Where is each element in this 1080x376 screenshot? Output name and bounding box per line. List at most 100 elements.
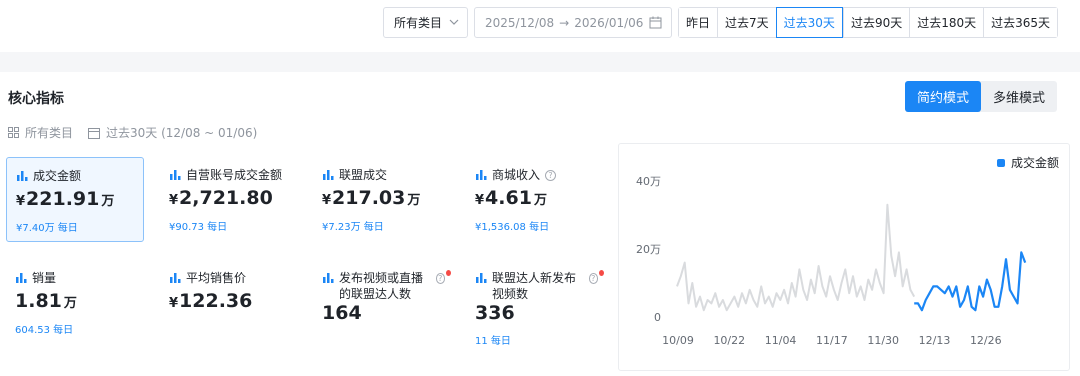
metric-label-text: 联盟达人新发布视频数: [492, 271, 577, 301]
grid-icon: [8, 127, 19, 138]
period-option[interactable]: 昨日: [679, 8, 718, 37]
bar-chart-icon: [170, 273, 181, 283]
metric-daily: ¥1,536.08 每日: [475, 222, 550, 233]
currency-symbol: ¥: [322, 193, 332, 208]
range-arrow-icon: →: [559, 15, 570, 30]
metric-card[interactable]: 联盟成交 ¥217.03 万 ¥7.23万 每日: [313, 157, 451, 242]
metric-card[interactable]: 自营账号成交金额 ¥2,721.80 ¥90.73 每日: [160, 157, 298, 242]
period-option[interactable]: 过去7天: [717, 8, 776, 37]
metric-daily: ¥90.73 每日: [169, 222, 228, 233]
currency-symbol: ¥: [169, 296, 179, 311]
period-option[interactable]: 过去30天: [775, 7, 843, 38]
metric-label: 平均销售价: [170, 270, 246, 286]
date-range-picker[interactable]: 2025/12/08 → 2026/01/06: [474, 7, 672, 38]
metric-label-text: 联盟成交: [339, 168, 388, 182]
currency-symbol: ¥: [169, 193, 179, 208]
metric-value: ¥2,721.80: [169, 187, 273, 209]
y-tick-label: 20万: [636, 243, 661, 256]
date-end: 2026/01/06: [574, 15, 644, 30]
series-line-current: [914, 251, 1027, 312]
metric-unit: 万: [101, 194, 115, 209]
period-option[interactable]: 过去180天: [909, 8, 984, 37]
metric-unit: 万: [63, 296, 77, 311]
chart-canvas: 40万 20万 010/09 10/22 11/04 11/17 11/30 12/13 12/…: [636, 175, 1027, 347]
bar-chart-icon: [323, 170, 334, 180]
x-tick-label: 11/30: [867, 334, 899, 347]
metric-card[interactable]: 平均销售价 ¥122.36: [160, 260, 298, 345]
category-select-value: 所有类目: [394, 16, 443, 30]
bar-chart-icon: [323, 273, 334, 283]
calendar-icon: [649, 16, 662, 29]
help-icon[interactable]: ?: [588, 273, 598, 284]
metric-label: 商城收入?: [476, 167, 557, 183]
metric-label: 自营账号成交金额: [170, 167, 282, 183]
metric-number: 4.61: [485, 187, 532, 209]
metric-unit: 万: [407, 193, 421, 208]
metric-label: 销量: [16, 270, 56, 286]
metric-card[interactable]: 销量 1.81 万 604.53 每日: [6, 260, 144, 345]
x-tick-label: 11/04: [765, 334, 797, 347]
category-select[interactable]: 所有类目: [383, 7, 468, 38]
bar-chart-icon: [17, 171, 28, 181]
metric-number: 164: [322, 302, 362, 324]
metric-label: 发布视频或直播的联盟达人数?: [323, 270, 451, 302]
metric-label: 联盟达人新发布视频数?: [476, 270, 604, 302]
metric-label: 联盟成交: [323, 167, 387, 183]
metric-value: 336: [475, 302, 515, 324]
period-option[interactable]: 过去90天: [842, 8, 910, 37]
meta-period: 过去30天 (12/08 ~ 01/06): [88, 124, 257, 141]
y-tick-label: 0: [654, 311, 661, 324]
trend-chart: 成交金额 40万 20万 0 10/09 10/22 11/04 11/17 11/30 12/…: [618, 143, 1070, 371]
bar-chart-icon: [476, 273, 487, 283]
date-start: 2025/12/08: [485, 15, 555, 30]
help-icon[interactable]: ?: [435, 273, 445, 284]
meta-category-text: 所有类目: [25, 126, 74, 140]
metric-daily: ¥7.40万 每日: [16, 223, 78, 234]
metric-number: 217.03: [332, 187, 406, 209]
metric-card[interactable]: 联盟达人新发布视频数? 336 11 每日: [466, 260, 604, 347]
metric-daily: ¥7.23万 每日: [322, 222, 384, 233]
view-mode-toggle: 简约模式 多维模式: [905, 81, 1058, 112]
metric-card[interactable]: 发布视频或直播的联盟达人数? 164: [313, 260, 451, 345]
help-icon[interactable]: ?: [545, 170, 557, 181]
metric-number: 1.81: [15, 290, 62, 312]
metric-value: ¥221.91 万: [16, 188, 114, 210]
x-tick-label: 12/26: [970, 334, 1002, 347]
filter-bar: 所有类目 2025/12/08 → 2026/01/06 昨日 过去7天 过去30天…: [0, 0, 1080, 52]
bar-chart-icon: [170, 170, 181, 180]
chevron-down-icon: [449, 19, 459, 25]
metric-value: ¥122.36: [169, 290, 252, 312]
calendar-icon: [88, 127, 100, 139]
metric-value: ¥4.61 万: [475, 187, 547, 209]
x-tick-label: 10/09: [662, 334, 694, 347]
currency-symbol: ¥: [475, 193, 485, 208]
metric-value: 164: [322, 302, 362, 324]
metric-label-text: 自营账号成交金额: [186, 168, 283, 182]
metric-value: ¥217.03 万: [322, 187, 420, 209]
metric-card[interactable]: 成交金额 ¥221.91 万 ¥7.40万 每日: [6, 157, 144, 242]
period-segmented-control: 昨日 过去7天 过去30天 过去90天 过去180天 过去365天: [678, 7, 1059, 38]
bar-chart-icon: [16, 273, 27, 283]
currency-symbol: ¥: [16, 194, 26, 209]
metric-label-text: 平均销售价: [186, 271, 247, 285]
view-mode-option[interactable]: 多维模式: [981, 81, 1057, 112]
metric-daily: 11 每日: [475, 336, 511, 347]
metric-label-text: 销量: [32, 271, 57, 285]
section-title: 核心指标: [8, 91, 64, 107]
metric-number: 2,721.80: [179, 187, 273, 209]
series-line-past: [676, 203, 916, 312]
metric-number: 336: [475, 302, 515, 324]
metric-unit: 万: [533, 193, 547, 208]
metric-number: 221.91: [26, 188, 100, 210]
metric-number: 122.36: [179, 290, 253, 312]
alert-dot: [446, 270, 451, 276]
y-tick-label: 40万: [636, 175, 661, 188]
x-tick-label: 12/13: [919, 334, 951, 347]
metric-card[interactable]: 商城收入? ¥4.61 万 ¥1,536.08 每日: [466, 157, 604, 242]
x-tick-label: 11/17: [816, 334, 848, 347]
view-mode-option[interactable]: 简约模式: [905, 81, 982, 112]
metric-label-text: 发布视频或直播的联盟达人数: [339, 271, 424, 301]
metric-label-text: 成交金额: [33, 169, 82, 183]
period-option[interactable]: 过去365天: [983, 8, 1058, 37]
bar-chart-icon: [476, 170, 487, 180]
